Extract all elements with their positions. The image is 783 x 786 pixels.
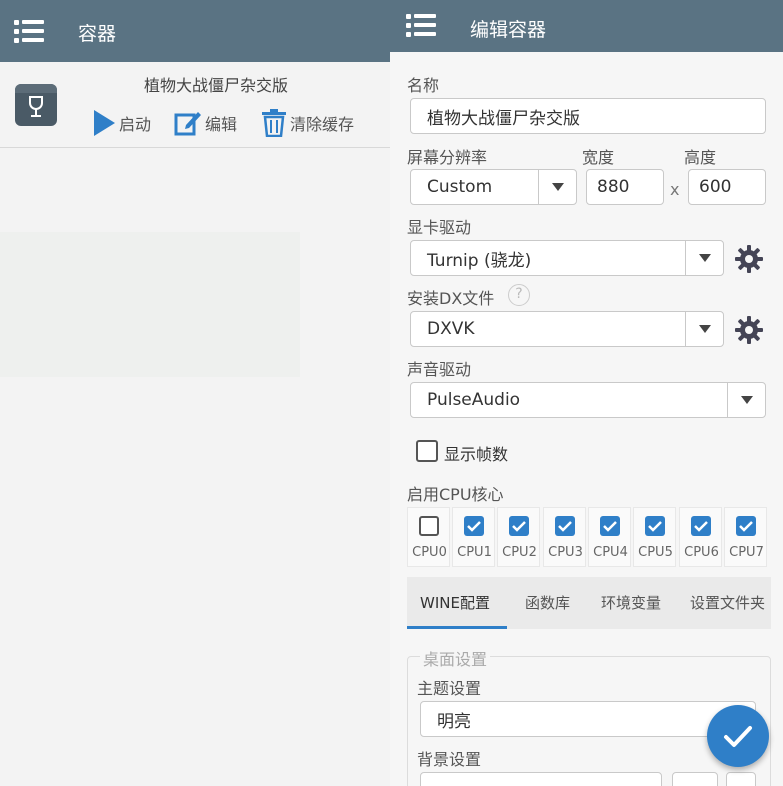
resolution-select[interactable]: Custom [410,169,577,205]
play-icon [94,110,115,136]
width-input[interactable]: 880 [586,169,664,205]
edit-button[interactable]: 编辑 [174,108,237,138]
height-value: 600 [699,177,732,197]
audio-driver-label: 声音驱动 [407,360,472,379]
clear-cache-button[interactable]: 清除缓存 [261,108,354,138]
tab-wine-config[interactable]: WINE配置 [420,577,490,629]
dx-files-select[interactable]: DXVK [410,311,724,347]
chevron-down-icon [727,383,765,417]
cpu-core-label: CPU0 [412,545,447,560]
container-list-panel: 容器 植物大战僵尸杂交版 启动 编辑 清除缓存 [0,0,390,786]
theme-value: 明亮 [437,711,471,732]
cpu-core-label: CPU3 [548,545,583,560]
wine-container-icon [15,84,57,126]
cpu-core-label: CPU2 [502,545,537,560]
cpu-core-label: CPU6 [684,545,719,560]
checked-checkbox-icon[interactable] [464,516,484,536]
gear-icon[interactable] [734,244,764,274]
tab-env-vars[interactable]: 环境变量 [601,577,661,629]
background-color-button[interactable] [726,772,756,786]
background-image-button[interactable] [672,772,718,786]
show-fps-checkbox[interactable] [416,440,438,462]
width-value: 880 [597,177,630,197]
theme-label: 主题设置 [417,679,482,698]
checked-checkbox-icon[interactable] [555,516,575,536]
theme-select[interactable]: 明亮 [420,701,756,737]
chevron-down-icon [685,312,723,346]
checked-checkbox-icon[interactable] [600,516,620,536]
chevron-down-icon [685,241,723,275]
times-sign: x [670,180,680,199]
background-label: 背景设置 [417,750,482,769]
menu-icon[interactable] [14,20,44,43]
dialog-title: 编辑容器 [470,19,547,41]
desktop-settings-legend: 桌面设置 [420,646,491,670]
gear-icon[interactable] [734,315,764,345]
background-select[interactable] [420,772,662,786]
cpu-core-option[interactable]: CPU1 [452,507,495,567]
checked-checkbox-icon[interactable] [509,516,529,536]
active-tab-indicator [407,626,507,629]
trash-icon [262,109,286,137]
cpu-core-label: CPU4 [593,545,628,560]
container-name: 植物大战僵尸杂交版 [144,76,289,95]
name-field[interactable]: 植物大战僵尸杂交版 [410,98,766,134]
start-button[interactable]: 启动 [92,108,151,138]
height-label: 高度 [684,148,717,167]
name-label: 名称 [407,76,440,95]
dialog-top-bar: 编辑容器 [390,0,783,52]
cpu-core-label: CPU5 [638,545,673,560]
unchecked-checkbox-icon[interactable] [419,516,439,536]
menu-icon[interactable] [406,14,436,37]
height-input[interactable]: 600 [688,169,766,205]
name-value: 植物大战僵尸杂交版 [427,108,580,129]
cpu-core-option[interactable]: CPU3 [543,507,586,567]
tab-libraries[interactable]: 函数库 [525,577,570,629]
check-icon [724,726,752,747]
dx-files-label: 安装DX文件 [407,289,495,308]
show-fps-label: 显示帧数 [444,445,509,464]
page-title: 容器 [78,23,117,45]
cpu-core-option[interactable]: CPU2 [497,507,540,567]
help-icon[interactable]: ? [508,284,530,306]
dx-files-value: DXVK [427,319,475,339]
gpu-driver-value: Turnip (骁龙) [427,250,532,271]
gpu-driver-select[interactable]: Turnip (骁龙) [410,240,724,276]
checked-checkbox-icon[interactable] [645,516,665,536]
cpu-core-label: CPU7 [729,545,764,560]
cpu-core-option[interactable]: CPU0 [407,507,450,567]
audio-driver-value: PulseAudio [427,390,521,410]
tab-folders[interactable]: 设置文件夹 [690,577,765,629]
checked-checkbox-icon[interactable] [736,516,756,536]
settings-tabs: WINE配置 函数库 环境变量 设置文件夹 [407,577,771,629]
edit-container-dialog: 编辑容器 名称 植物大战僵尸杂交版 屏幕分辨率 宽度 高度 Custom 880… [390,0,783,786]
confirm-button[interactable] [707,705,769,767]
checked-checkbox-icon[interactable] [691,516,711,536]
edit-icon [174,112,201,136]
cpu-core-option[interactable]: CPU5 [633,507,676,567]
resolution-value: Custom [427,177,493,197]
gpu-driver-label: 显卡驱动 [407,218,472,237]
edit-label: 编辑 [205,115,238,134]
audio-driver-select[interactable]: PulseAudio [410,382,766,418]
cpu-cores-label: 启用CPU核心 [407,485,504,504]
resolution-label: 屏幕分辨率 [407,148,488,167]
top-app-bar: 容器 [0,0,390,62]
chevron-down-icon [538,170,576,204]
width-label: 宽度 [582,148,615,167]
cpu-core-option[interactable]: CPU6 [679,507,722,567]
clear-cache-label: 清除缓存 [290,115,355,134]
cpu-core-option[interactable]: CPU7 [724,507,767,567]
blurred-background [0,232,300,377]
cpu-core-label: CPU1 [457,545,492,560]
cpu-core-option[interactable]: CPU4 [588,507,631,567]
start-label: 启动 [119,115,152,134]
